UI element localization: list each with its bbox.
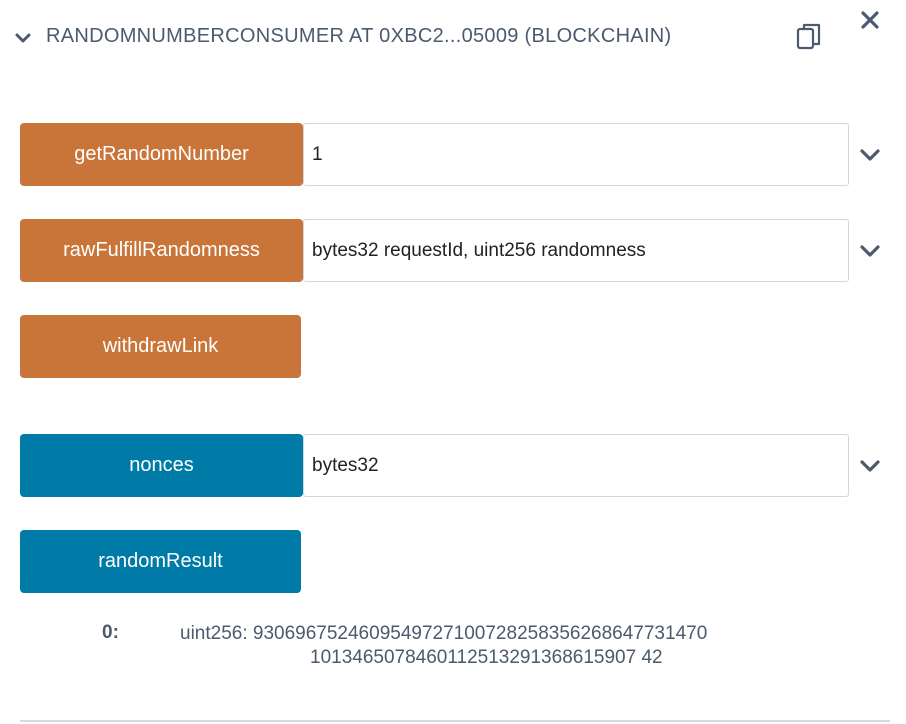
close-icon[interactable] <box>858 8 882 32</box>
result-index: 0: <box>102 622 119 643</box>
result-value-line-2: 1013465078460112513291368615907 42 <box>310 647 663 668</box>
chevron-down-icon[interactable] <box>859 244 881 258</box>
contract-header: RANDOMNUMBERCONSUMER AT 0XBC2...05009 (B… <box>0 0 906 78</box>
result-value: uint256: 9306967524609549727100728258356… <box>180 622 707 670</box>
random-result-button[interactable]: randomResult <box>20 530 301 593</box>
result-value-line-1: uint256: 9306967524609549727100728258356… <box>180 623 708 644</box>
get-random-number-input[interactable]: 1 <box>303 123 849 186</box>
raw-fulfill-randomness-button[interactable]: rawFulfillRandomness <box>20 219 303 282</box>
contract-title: RANDOMNUMBERCONSUMER AT 0XBC2...05009 (B… <box>46 25 672 47</box>
chevron-down-icon[interactable] <box>15 32 31 44</box>
raw-fulfill-randomness-input[interactable]: bytes32 requestId, uint256 randomness <box>303 219 849 282</box>
nonces-input[interactable]: bytes32 <box>303 434 849 497</box>
get-random-number-button[interactable]: getRandomNumber <box>20 123 303 186</box>
withdraw-link-button[interactable]: withdrawLink <box>20 315 301 378</box>
divider <box>20 720 890 722</box>
nonces-button[interactable]: nonces <box>20 434 303 497</box>
copy-icon[interactable] <box>795 21 823 53</box>
chevron-down-icon[interactable] <box>859 148 881 162</box>
chevron-down-icon[interactable] <box>859 459 881 473</box>
